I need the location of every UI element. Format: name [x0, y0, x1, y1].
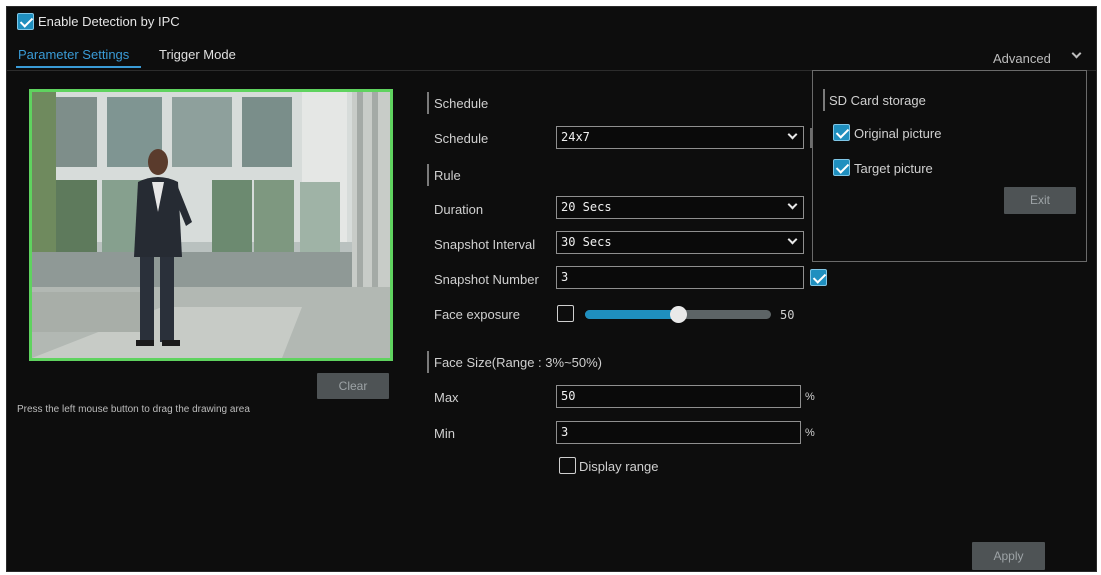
face-exposure-slider-fill: [585, 310, 679, 319]
face-size-max-value: 50: [561, 389, 576, 403]
face-exposure-checkbox[interactable]: [557, 305, 574, 322]
target-picture-checkbox[interactable]: [833, 159, 850, 176]
rule-section-title: Rule: [434, 168, 461, 183]
camera-preview-image: [32, 92, 390, 358]
display-range-checkbox[interactable]: [559, 457, 576, 474]
schedule-select[interactable]: 24x7: [556, 126, 804, 149]
schedule-select-value: 24x7: [561, 130, 590, 144]
drawing-hint-text: Press the left mouse button to drag the …: [17, 404, 250, 415]
face-size-max-unit: %: [805, 391, 815, 403]
face-size-max-label: Max: [434, 390, 459, 405]
original-picture-label: Original picture: [854, 126, 942, 141]
detection-settings-window: Enable Detection by IPC Parameter Settin…: [6, 6, 1097, 572]
apply-button[interactable]: Apply: [972, 542, 1045, 570]
sd-card-storage-title: SD Card storage: [829, 93, 926, 108]
chevron-down-icon[interactable]: [1071, 48, 1082, 59]
face-size-section-marker: [427, 351, 429, 373]
original-picture-checkbox[interactable]: [833, 124, 850, 141]
snapshot-number-label: Snapshot Number: [434, 272, 539, 287]
target-picture-label: Target picture: [854, 161, 933, 176]
snapshot-interval-label: Snapshot Interval: [434, 237, 536, 252]
face-size-min-label: Min: [434, 426, 455, 441]
sd-card-storage-popup: SD Card storage Original picture Target …: [812, 70, 1087, 262]
snapshot-number-confirm-checkbox[interactable]: [810, 269, 827, 286]
clear-button[interactable]: Clear: [317, 373, 389, 399]
face-size-min-value: 3: [561, 425, 569, 439]
snapshot-number-input[interactable]: 3: [556, 266, 804, 289]
snapshot-interval-select-value: 30 Secs: [561, 235, 612, 249]
sd-card-section-marker: [823, 89, 825, 111]
face-size-section-title: Face Size(Range : 3%~50%): [434, 355, 603, 370]
schedule-label: Schedule: [434, 131, 489, 146]
snapshot-number-value: 3: [561, 270, 569, 284]
exit-button[interactable]: Exit: [1004, 187, 1076, 214]
enable-detection-checkbox[interactable]: [17, 13, 34, 30]
face-exposure-label: Face exposure: [434, 307, 520, 322]
rule-section-marker: [427, 164, 429, 186]
face-exposure-slider-track[interactable]: [585, 306, 771, 323]
schedule-section-marker: [427, 92, 429, 114]
active-tab-underline: [16, 66, 141, 68]
face-size-min-input[interactable]: 3: [556, 421, 801, 444]
face-exposure-slider-handle[interactable]: [670, 306, 687, 323]
tab-trigger-mode[interactable]: Trigger Mode: [159, 47, 236, 62]
enable-detection-label: Enable Detection by IPC: [38, 14, 180, 29]
schedule-section-title: Schedule: [434, 96, 489, 111]
tab-parameter-settings[interactable]: Parameter Settings: [18, 47, 129, 62]
snapshot-interval-select[interactable]: 30 Secs: [556, 231, 804, 254]
chevron-down-icon: [787, 129, 798, 140]
face-exposure-value: 50: [780, 308, 795, 322]
display-range-label: Display range: [579, 459, 659, 474]
chevron-down-icon: [787, 234, 798, 245]
duration-label: Duration: [434, 202, 484, 217]
duration-select[interactable]: 20 Secs: [556, 196, 804, 219]
face-size-min-unit: %: [805, 427, 815, 439]
advanced-toggle[interactable]: Advanced: [993, 51, 1051, 66]
face-size-max-input[interactable]: 50: [556, 385, 801, 408]
duration-select-value: 20 Secs: [561, 200, 612, 214]
camera-preview[interactable]: [29, 89, 393, 361]
chevron-down-icon: [787, 199, 798, 210]
